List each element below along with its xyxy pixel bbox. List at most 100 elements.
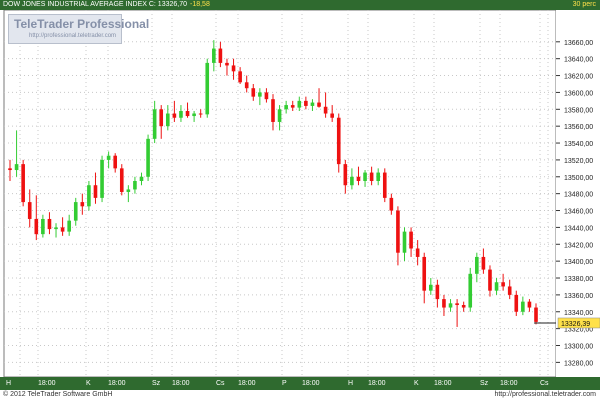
candle-up[interactable]	[205, 58, 210, 118]
candle-body	[382, 172, 387, 198]
y-tick-label: 13300,00	[564, 344, 593, 351]
x-tick-label: H	[6, 380, 12, 387]
candle-down[interactable]	[382, 168, 387, 203]
footer: © 2012 TeleTrader Software GmbH http://p…	[0, 390, 600, 400]
candle-body	[192, 113, 196, 117]
teletrader-logo: TeleTrader Professional http://professio…	[8, 14, 149, 44]
candle-body	[389, 197, 394, 211]
x-tick-label: K	[86, 380, 91, 387]
y-tick-label: 13660,00	[564, 40, 593, 47]
candle-body	[80, 202, 85, 207]
x-tick-label: Sz	[152, 380, 161, 387]
x-tick-label: 18:00	[302, 380, 320, 387]
y-tick-label: 13380,00	[564, 276, 593, 283]
x-tick-label: 18:00	[434, 380, 452, 387]
chart-header-bar: DOW JONES INDUSTRIAL AVERAGE INDEX C: 13…	[0, 0, 600, 10]
candle-body	[93, 185, 98, 198]
candle-body	[468, 273, 473, 308]
candle-body	[435, 284, 440, 300]
candle-body	[126, 189, 131, 192]
y-tick-label: 13340,00	[564, 310, 593, 317]
candle-body	[60, 227, 65, 232]
candle-body	[369, 172, 374, 182]
y-tick-label: 13460,00	[564, 209, 593, 216]
candle-body	[244, 82, 249, 89]
x-tick-label: 18:00	[500, 380, 518, 387]
candle-body	[34, 218, 39, 235]
candle-body	[514, 294, 519, 312]
candle-body	[159, 109, 164, 127]
y-tick-label: 13500,00	[564, 175, 593, 182]
candle-up[interactable]	[100, 155, 104, 203]
candle-body	[376, 172, 381, 182]
candlestick-chart[interactable]: 13660,00 13640,00 13620,00 13600,00 13580,00…	[0, 10, 600, 377]
period-label: 30 perc	[572, 1, 596, 8]
candle-up[interactable]	[87, 181, 91, 211]
candle-up[interactable]	[146, 134, 150, 182]
candle-body	[14, 164, 19, 171]
candle-body	[87, 185, 91, 207]
candle-body	[133, 181, 137, 190]
candle-body	[165, 113, 170, 127]
x-tick-label: Cs	[540, 380, 549, 387]
x-tick-label: 18:00	[108, 380, 126, 387]
y-tick-label: 13600,00	[564, 90, 593, 97]
copyright-text: © 2012 TeleTrader Software GmbH	[3, 391, 113, 398]
candle-body	[461, 305, 466, 308]
candle-down[interactable]	[336, 113, 341, 173]
y-tick-label: 13640,00	[564, 57, 593, 64]
candle-body	[442, 299, 446, 308]
y-tick-label: 13400,00	[564, 259, 593, 266]
candle-body	[277, 109, 282, 122]
x-tick-label: K	[414, 380, 419, 387]
y-tick-label: 13560,00	[564, 124, 593, 131]
candle-body	[323, 106, 328, 114]
candle-body	[330, 113, 334, 118]
candle-body	[251, 88, 256, 97]
candle-down[interactable]	[21, 159, 25, 207]
candle-body	[521, 301, 525, 312]
candle-up[interactable]	[468, 267, 473, 312]
candle-body	[185, 110, 190, 117]
candle-body	[67, 220, 71, 232]
x-tick-label: 18:00	[368, 380, 386, 387]
candle-body	[494, 282, 499, 291]
candle-body	[100, 159, 104, 198]
candle-body	[297, 100, 302, 108]
candle-body	[198, 113, 203, 115]
candle-body	[106, 155, 111, 160]
candle-body	[428, 284, 433, 291]
candle-body	[402, 231, 407, 253]
candle-body	[350, 176, 354, 186]
brand-url: http://professional.teletrader.com	[29, 33, 117, 39]
x-tick-label: H	[348, 380, 354, 387]
candle-body	[212, 48, 216, 63]
x-tick-label: 18:00	[238, 380, 256, 387]
candle-body	[264, 92, 269, 100]
candle-body	[448, 303, 453, 308]
candle-body	[396, 210, 400, 253]
x-axis-bar: H 18:00 K 18:00 Sz 18:00 Cs 18:00 P 18:00 H 18:00 K 1…	[0, 377, 600, 390]
candle-body	[455, 303, 459, 306]
candle-down[interactable]	[119, 164, 124, 196]
candle-body	[119, 168, 124, 192]
candle-body	[415, 248, 420, 257]
candle-body	[290, 105, 295, 108]
candle-body	[501, 282, 505, 287]
candle-body	[271, 99, 275, 122]
instrument-title: DOW JONES INDUSTRIAL AVERAGE INDEX C: 13…	[3, 1, 187, 8]
candle-body	[317, 102, 321, 107]
candle-body	[139, 176, 144, 182]
candle-body	[73, 202, 78, 221]
candle-body	[284, 105, 288, 110]
candle-body	[258, 92, 262, 97]
x-tick-label: Cs	[216, 380, 225, 387]
candle-body	[343, 164, 348, 186]
y-tick-label: 13580,00	[564, 107, 593, 114]
candle-body	[172, 113, 177, 118]
candle-body	[310, 102, 315, 106]
x-tick-label: Sz	[480, 380, 489, 387]
candle-body	[238, 71, 242, 83]
y-tick-label: 13540,00	[564, 141, 593, 148]
candle-body	[507, 286, 512, 295]
